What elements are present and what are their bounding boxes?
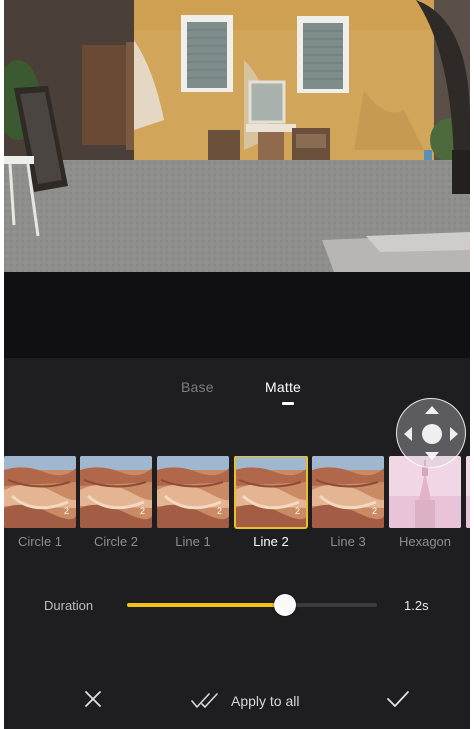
double-check-icon <box>191 693 218 708</box>
video-preview <box>4 0 470 272</box>
transition-thumbnail: 2 <box>234 456 308 529</box>
transition-item-line-3[interactable]: 2 Line 3 <box>312 456 384 549</box>
arrow-left-icon <box>404 427 412 441</box>
check-icon <box>387 691 409 707</box>
tab-base[interactable]: Base <box>181 379 214 395</box>
preview-spacer <box>4 272 470 358</box>
transition-label: Line 3 <box>330 534 366 549</box>
transition-thumbnail: 2 <box>80 456 152 528</box>
close-icon <box>85 691 101 707</box>
transition-thumbnail: 2 <box>157 456 229 528</box>
svg-text:2: 2 <box>295 506 300 516</box>
transition-label: Line 2 <box>253 534 289 549</box>
transition-item-hexagon[interactable]: Hexagon <box>389 456 461 549</box>
transition-item-partial[interactable] <box>466 456 470 534</box>
arrow-down-icon <box>425 452 439 460</box>
cancel-button[interactable] <box>82 688 104 710</box>
active-tab-indicator <box>282 402 294 405</box>
transition-strip[interactable]: 2 Circle 1 2 Circle 2 2 Line 1 2 Line 2 … <box>4 456 470 556</box>
arrow-up-icon <box>425 406 439 414</box>
app-window: Base Matte 2 Circle 1 2 Circle 2 2 Line … <box>4 0 470 729</box>
svg-text:2: 2 <box>64 506 69 516</box>
duration-slider[interactable] <box>127 594 377 616</box>
transition-label: Circle 2 <box>93 534 139 549</box>
duration-value: 1.2s <box>404 598 429 613</box>
preview-image <box>4 0 470 272</box>
assistive-touch-joystick[interactable] <box>396 398 466 468</box>
joystick-knob <box>422 424 442 444</box>
transition-label: Line 1 <box>175 534 211 549</box>
transition-item-circle-1[interactable]: 2 Circle 1 <box>4 456 76 549</box>
svg-text:2: 2 <box>217 506 222 516</box>
slider-thumb[interactable] <box>273 594 296 616</box>
transition-panel: Base Matte 2 Circle 1 2 Circle 2 2 Line … <box>4 358 470 729</box>
apply-to-all-button[interactable]: Apply to all <box>191 690 299 712</box>
confirm-button[interactable] <box>385 688 411 710</box>
apply-to-all-label: Apply to all <box>231 693 300 709</box>
transition-thumbnail: 2 <box>312 456 384 528</box>
arrow-right-icon <box>450 427 458 441</box>
svg-text:2: 2 <box>140 506 145 516</box>
duration-label: Duration <box>44 598 94 613</box>
slider-fill <box>127 603 285 607</box>
transition-thumbnail: 2 <box>4 456 76 528</box>
svg-text:2: 2 <box>372 506 377 516</box>
transition-item-circle-2[interactable]: 2 Circle 2 <box>80 456 152 549</box>
transition-item-line-1[interactable]: 2 Line 1 <box>157 456 229 549</box>
transition-thumbnail <box>466 456 470 528</box>
transition-label: Circle 1 <box>17 534 63 549</box>
tab-matte[interactable]: Matte <box>265 379 301 395</box>
transition-label: Hexagon <box>398 534 452 549</box>
transition-item-line-2[interactable]: 2 Line 2 <box>234 456 308 549</box>
